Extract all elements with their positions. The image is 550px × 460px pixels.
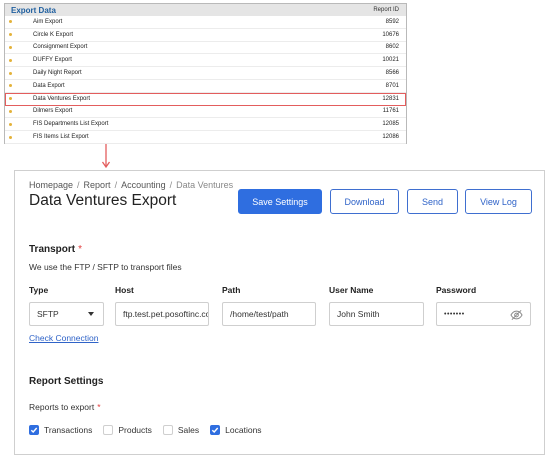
user-name-field[interactable]: John Smith — [329, 302, 424, 326]
type-select-value: SFTP — [37, 309, 59, 319]
bullet-icon — [9, 97, 14, 101]
check-icon[interactable] — [210, 425, 221, 435]
bullet-icon — [9, 84, 14, 88]
required-marker: * — [78, 244, 83, 255]
export-list-row[interactable]: Daily Night Report 8566 — [5, 67, 406, 80]
export-name: Data Export — [33, 82, 65, 89]
transport-title-text: Transport — [29, 244, 76, 255]
export-list-header: Export Data Report ID — [5, 4, 406, 16]
type-select[interactable]: SFTP — [29, 302, 104, 326]
export-name: Circle K Export — [33, 31, 74, 38]
checkbox-locations-label: Locations — [225, 425, 262, 435]
export-name: Aim Export — [33, 18, 63, 25]
export-list-row[interactable]: FIS Items List Export 12086 — [5, 131, 406, 144]
report-id-column-header: Report ID — [373, 7, 399, 13]
bullet-icon — [9, 58, 14, 62]
export-name: FIS Items List Export — [33, 134, 89, 141]
page-title: Data Ventures Export — [29, 192, 177, 209]
view-log-button[interactable]: View Log — [465, 189, 532, 214]
send-button[interactable]: Send — [407, 189, 458, 214]
save-settings-button[interactable]: Save Settings — [238, 189, 322, 214]
reports-to-export-label: Reports to export * — [29, 402, 101, 412]
bullet-icon — [9, 109, 14, 113]
export-name: Data Ventures Export — [33, 95, 91, 102]
checkbox-transactions-label: Transactions — [44, 425, 93, 435]
download-button[interactable]: Download — [330, 189, 399, 214]
reports-to-export-text: Reports to export — [29, 402, 95, 412]
checkbox-products-label: Products — [118, 425, 152, 435]
check-icon[interactable] — [29, 425, 39, 435]
breadcrumb-accounting[interactable]: Accounting — [121, 180, 166, 190]
report-checkbox-group: Transactions Products Sales Locations — [29, 425, 273, 435]
breadcrumb-separator: / — [169, 180, 173, 190]
check-connection-link[interactable]: Check Connection — [29, 333, 98, 343]
path-label: Path — [222, 285, 241, 295]
bullet-icon — [9, 20, 14, 24]
export-list-row[interactable]: Dilmers Export 11761 — [5, 106, 406, 119]
password-field-value: ••••••• — [444, 310, 465, 318]
export-name: Consignment Export — [33, 44, 88, 51]
breadcrumb-current: Data Ventures — [176, 180, 234, 190]
report-id: 8566 — [385, 70, 399, 77]
report-id: 12086 — [382, 134, 399, 141]
caret-down-icon — [88, 312, 94, 316]
path-field[interactable]: /home/test/path — [222, 302, 316, 326]
bullet-icon — [9, 45, 14, 49]
breadcrumb-homepage[interactable]: Homepage — [29, 180, 73, 190]
host-field-value: ftp.test.pet.posoftinc.com — [123, 309, 209, 319]
export-list-row[interactable]: Data Export 8701 — [5, 80, 406, 93]
checkbox-box[interactable] — [103, 425, 114, 435]
export-list-row[interactable]: Aim Export 8592 — [5, 16, 406, 29]
checkbox-sales[interactable]: Sales — [162, 425, 200, 435]
type-label: Type — [29, 285, 49, 295]
report-id: 11761 — [382, 108, 399, 115]
user-name-label: User Name — [329, 285, 374, 295]
breadcrumb-separator: / — [77, 180, 80, 190]
export-list-row[interactable]: Consignment Export 8602 — [5, 42, 406, 55]
checkbox-sales-label: Sales — [177, 425, 200, 435]
path-field-value: /home/test/path — [230, 309, 289, 319]
report-id: 10676 — [382, 31, 399, 38]
bullet-icon — [9, 71, 14, 75]
transport-section-title: Transport * — [29, 244, 82, 255]
checkbox-locations[interactable]: Locations — [210, 425, 262, 435]
transport-hint: We use the FTP / SFTP to transport files — [29, 262, 182, 272]
export-name: FIS Departments List Export — [33, 121, 109, 128]
user-name-field-value: John Smith — [337, 309, 380, 319]
export-name: Daily Night Report — [33, 70, 82, 77]
export-name: Dilmers Export — [33, 108, 73, 115]
breadcrumb-report[interactable]: Report — [84, 180, 111, 190]
export-list-rows: Aim Export 8592 Circle K Export 10676 Consig… — [5, 16, 406, 144]
checkbox-transactions[interactable]: Transactions — [29, 425, 92, 435]
bullet-icon — [9, 122, 14, 126]
export-list-row[interactable]: Data Ventures Export 12831 — [5, 92, 406, 106]
export-list-row[interactable]: DUFFY Export 10021 — [5, 54, 406, 68]
password-field[interactable]: ••••••• — [436, 302, 531, 326]
eye-slash-icon[interactable] — [510, 309, 523, 321]
checkbox-box[interactable] — [162, 425, 173, 435]
report-id: 10021 — [382, 57, 399, 64]
export-list-panel: Export Data Report ID Aim Export 8592 Circ… — [4, 3, 407, 144]
required-marker: * — [97, 402, 101, 412]
report-settings-title: Report Settings — [29, 376, 104, 387]
breadcrumb-separator: / — [114, 180, 118, 190]
host-field[interactable]: ftp.test.pet.posoftinc.com — [115, 302, 209, 326]
arrow-down-icon — [101, 144, 111, 169]
bullet-icon — [9, 135, 14, 139]
report-id: 12085 — [382, 121, 399, 128]
checkbox-products[interactable]: Products — [103, 425, 152, 435]
bullet-icon — [9, 33, 14, 37]
export-list-row[interactable]: FIS Departments List Export 12085 — [5, 118, 406, 132]
report-id: 8592 — [385, 18, 399, 25]
password-label: Password — [436, 285, 477, 295]
export-list-row[interactable]: Circle K Export 10676 — [5, 29, 406, 42]
report-id: 12831 — [382, 95, 399, 102]
export-name: DUFFY Export — [33, 57, 72, 64]
report-id: 8701 — [385, 82, 399, 89]
report-id: 8602 — [385, 44, 399, 51]
host-label: Host — [115, 285, 134, 295]
export-list-title: Export Data — [11, 5, 56, 15]
export-detail-panel: Homepage / Report / Accounting / Data Ve… — [14, 170, 545, 455]
breadcrumb: Homepage / Report / Accounting / Data Ve… — [29, 180, 233, 190]
